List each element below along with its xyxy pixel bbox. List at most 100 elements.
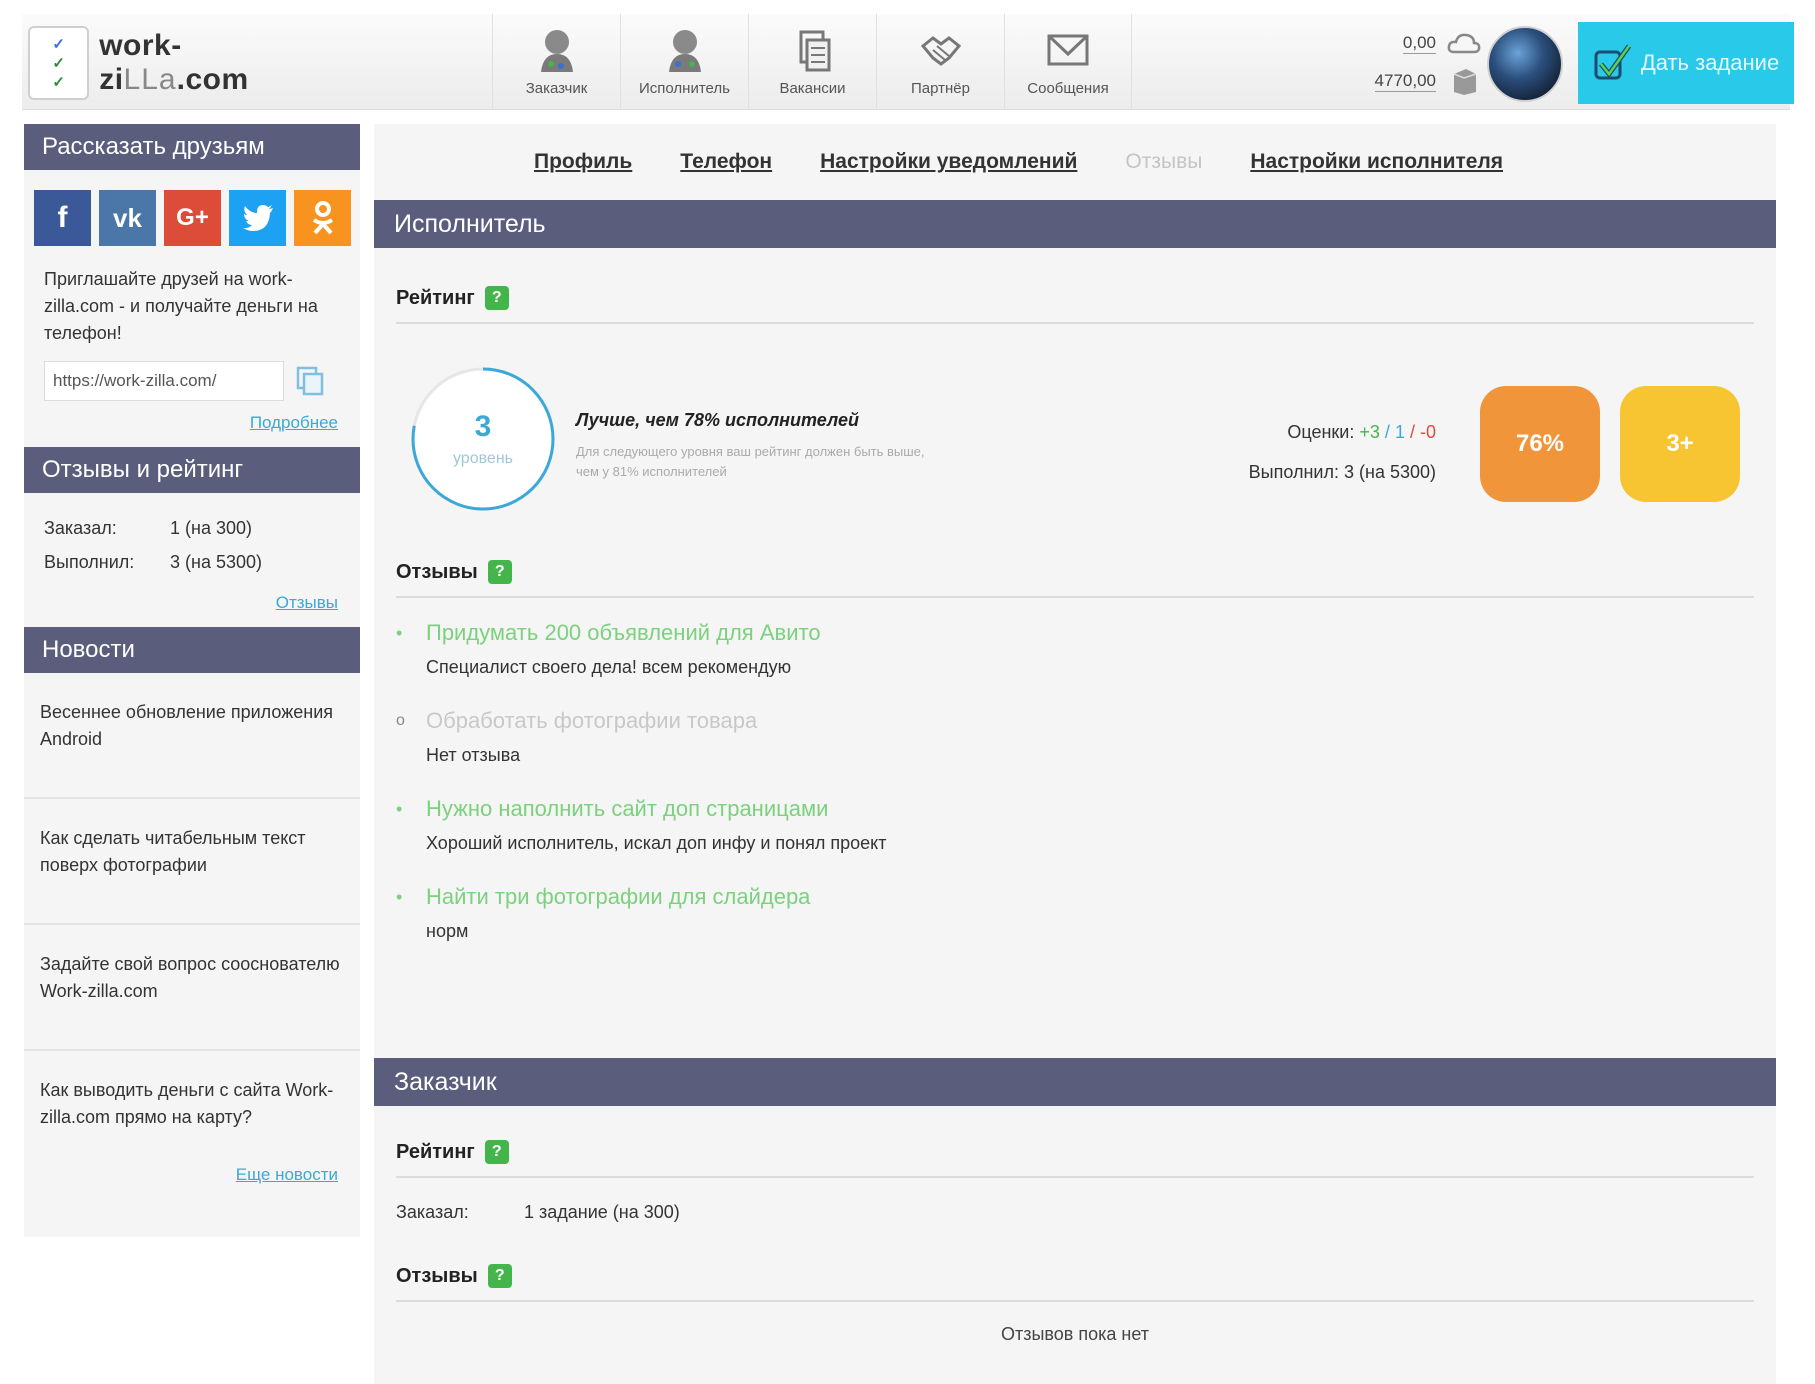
give-task-label: Дать задание [1640,50,1780,75]
help-icon[interactable]: ? [484,286,509,310]
more-news-link[interactable]: Еще новости [40,1131,344,1188]
score-negative: -0 [1419,422,1436,442]
top-navigation: Заказчик Исполнитель Вакансии Партнёр Со… [492,14,1132,110]
tab-phone[interactable]: Телефон [680,150,772,174]
review-text: Специалист своего дела! всем рекомендую [426,657,792,677]
referral-row [24,347,360,401]
customer-ordered-row: Заказал: 1 задание (на 300) [374,1178,1776,1264]
nav-customer-label: Заказчик [525,79,588,97]
referral-link-input[interactable] [44,361,284,401]
done-value: 3 (на 5300) [170,552,262,572]
ordered-row: Заказал: 1 (на 300) [44,511,340,545]
neutral-marker-icon: o [396,712,405,729]
left-sidebar: Рассказать друзьям f vk G+ Приглашайте д… [24,124,360,1237]
done-value: 3 (на 5300) [1344,462,1436,482]
positive-marker-icon: • [396,886,403,907]
nav-partner-label: Партнёр [911,79,970,97]
main-content: Профиль Телефон Настройки уведомлений От… [374,124,1776,1384]
done-key: Выполнил: [44,552,135,572]
customer-icon [540,29,573,72]
wallet-icon [1453,69,1477,95]
news-item[interactable]: Весеннее обновление приложения Android [24,673,360,799]
scores-row: Оценки: +3 / 1 / -0 [1287,422,1436,442]
news-item-last: Как выводить деньги с сайта Work-zilla.c… [24,1051,360,1237]
review-title[interactable]: o Обработать фотографии товара [396,702,1776,740]
next-level-note: Для следующего уровня ваш рейтинг должен… [576,444,925,479]
google-plus-icon[interactable]: G+ [164,190,221,246]
rating-label: Рейтинг [396,1140,475,1163]
nav-customer[interactable]: Заказчик [492,14,620,110]
customer-heading: Заказчик [374,1058,1776,1106]
scores-key: Оценки: [1287,422,1355,442]
give-task-button[interactable]: Дать задание [1578,22,1794,104]
review-title-text: Придумать 200 объявлений для Авито [426,620,821,645]
review-text: норм [426,921,469,941]
social-buttons: f vk G+ [24,170,360,246]
level-number: 3 [474,410,492,443]
ordered-key: Заказал: [396,1202,469,1222]
performer-heading: Исполнитель [374,200,1776,248]
tab-reviews[interactable]: Отзывы [1125,150,1202,174]
percent-badge[interactable]: 76% [1480,386,1600,502]
review-item: • Найти три фотографии для слайдера норм [396,878,1776,946]
logo[interactable]: ✓ ✓ ✓ work-ziLLa.com [28,26,328,100]
share-more-link[interactable]: Подробнее [24,401,360,447]
facebook-icon[interactable]: f [34,190,91,246]
messages-icon [1047,34,1089,65]
tab-notifications[interactable]: Настройки уведомлений [820,150,1077,174]
reviews-rating-heading: Отзывы и рейтинг [24,447,360,493]
performer-reviews-subheading: Отзывы ? [396,560,1754,598]
level-badge[interactable]: 3+ [1620,386,1740,502]
profile-tabs: Профиль Телефон Настройки уведомлений От… [374,124,1776,200]
vk-icon[interactable]: vk [99,190,156,246]
help-icon[interactable]: ? [484,1140,509,1164]
news-item[interactable]: Задайте свой вопрос сооснователю Work-zi… [24,925,360,1051]
score-positive: +3 [1359,422,1380,442]
twitter-icon[interactable] [229,190,286,246]
review-title[interactable]: • Нужно наполнить сайт доп страницами [396,790,1776,828]
tab-profile[interactable]: Профиль [534,150,632,174]
review-item: • Придумать 200 объявлений для Авито Спе… [396,614,1776,682]
review-item: o Обработать фотографии товара Нет отзыв… [396,702,1776,770]
tab-performer-settings[interactable]: Настройки исполнителя [1250,150,1503,174]
news-heading: Новости [24,627,360,673]
help-icon[interactable]: ? [487,1264,512,1288]
news-item[interactable]: Как сделать читабельным текст поверх фот… [24,799,360,925]
nav-messages-label: Сообщения [1027,79,1109,97]
scores-block: Оценки: +3 / 1 / -0 Выполнил: 3 (на 5300… [1154,412,1436,492]
logo-text: work-ziLLa.com [99,29,249,96]
customer-section: Заказчик Рейтинг ? Заказал: 1 задание (н… [374,1058,1776,1345]
invite-text: Приглашайте друзей на work-zilla.com - и… [44,269,318,343]
balance-bottom-amount[interactable]: 4770,00 [1374,71,1436,92]
balance-top-amount[interactable]: 0,00 [1402,33,1436,54]
vacancies-icon [799,30,830,71]
nav-vacancies[interactable]: Вакансии [748,14,876,110]
review-title-text: Обработать фотографии товара [426,708,758,733]
cloud-icon [1447,33,1481,54]
copy-icon[interactable] [296,366,324,396]
partner-icon [920,35,961,66]
level-badge-value: 3+ [1666,430,1694,457]
positive-marker-icon: • [396,622,403,643]
news-item[interactable]: Как выводить деньги с сайта Work-zilla.c… [40,1077,344,1131]
checkbox-check-icon [1594,44,1631,80]
review-title[interactable]: • Придумать 200 объявлений для Авито [396,614,1776,652]
performer-icon [668,29,701,72]
level-label: уровень [452,450,513,467]
user-avatar[interactable] [1487,26,1563,102]
no-reviews-text: Отзывов пока нет [1000,1324,1149,1344]
help-icon[interactable]: ? [487,560,512,584]
done-row: Выполнил: 3 (на 5300) [44,545,340,579]
nav-partner[interactable]: Партнёр [876,14,1004,110]
odnoklassniki-icon[interactable] [294,190,351,246]
customer-reviews-subheading: Отзывы ? [396,1264,1754,1302]
ordered-key: Заказал: [44,518,117,538]
reviews-list: • Придумать 200 объявлений для Авито Спе… [374,598,1776,946]
reviews-link[interactable]: Отзывы [24,579,360,627]
done-row: Выполнил: 3 (на 5300) [1154,452,1436,492]
nav-performer-label: Исполнитель [639,79,730,97]
nav-messages[interactable]: Сообщения [1004,14,1132,110]
nav-performer[interactable]: Исполнитель [620,14,748,110]
review-title[interactable]: • Найти три фотографии для слайдера [396,878,1776,916]
positive-marker-icon: • [396,798,403,819]
